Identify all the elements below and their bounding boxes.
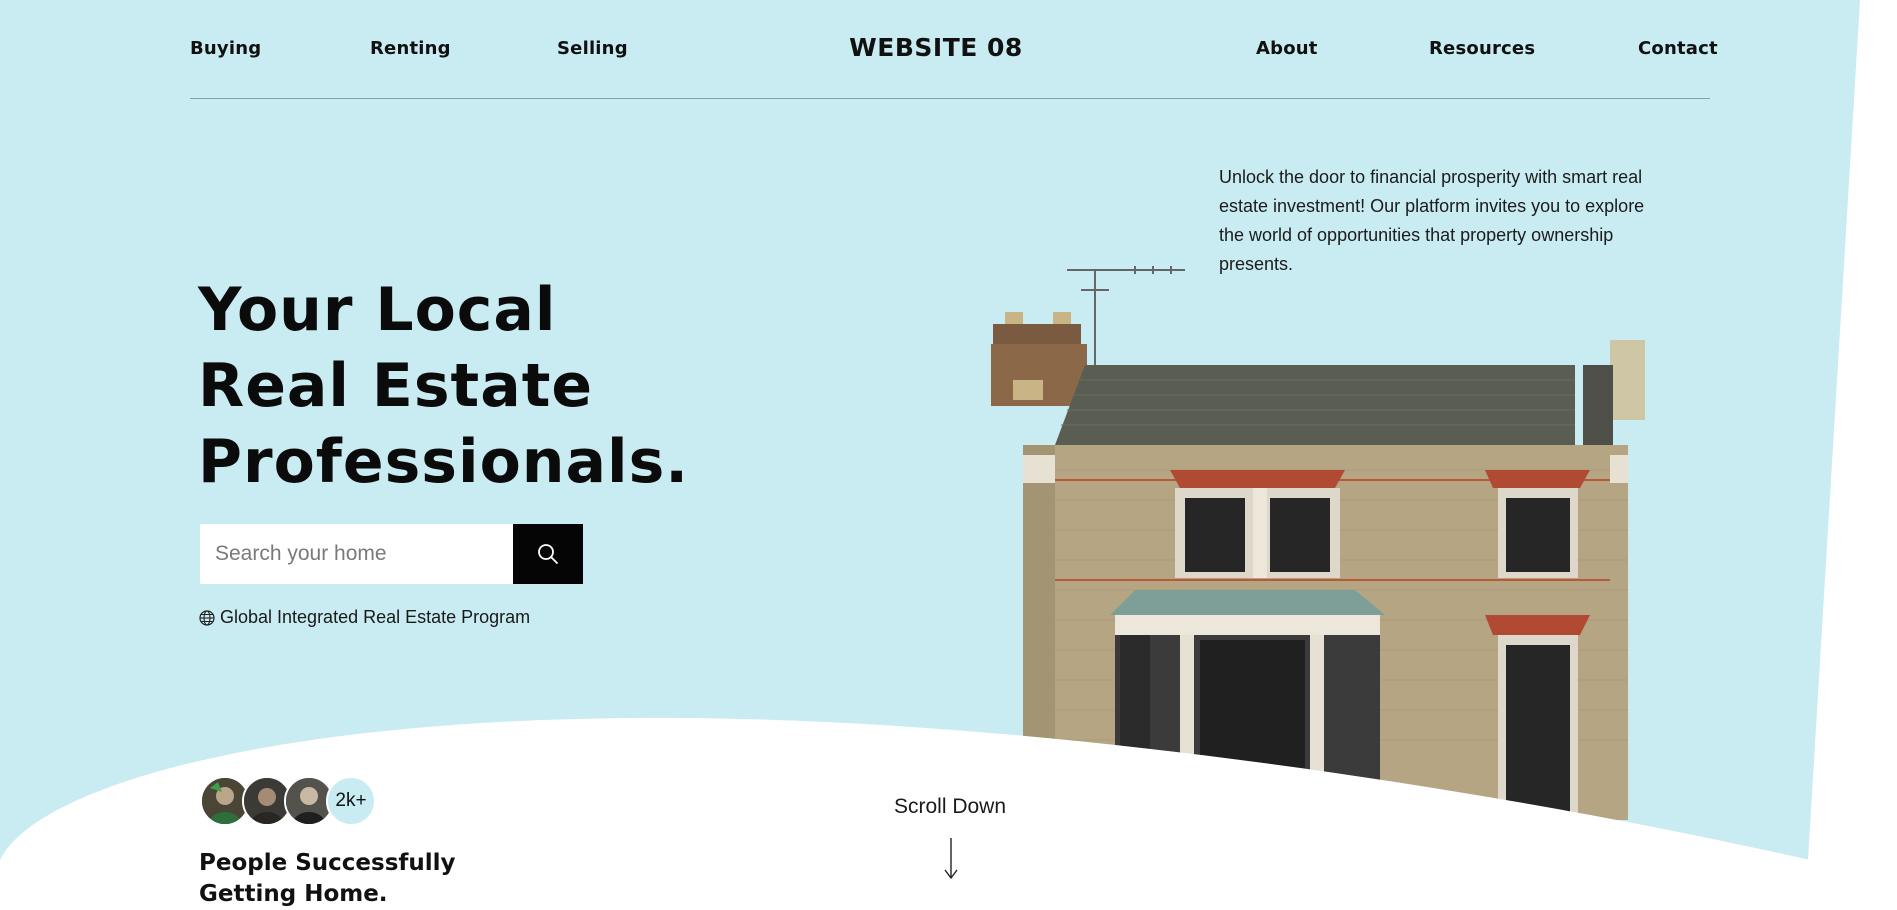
user-count-badge: 2k+ xyxy=(326,776,376,826)
success-heading-line: People Successfully xyxy=(199,850,456,876)
arrow-down-icon[interactable] xyxy=(941,838,961,880)
scroll-down-label[interactable]: Scroll Down xyxy=(880,795,1020,819)
success-heading: People Successfully Getting Home. xyxy=(199,848,456,910)
success-heading-line: Getting Home. xyxy=(199,881,388,907)
avatar-group: 2k+ xyxy=(200,776,376,826)
wave-divider xyxy=(0,717,1810,907)
